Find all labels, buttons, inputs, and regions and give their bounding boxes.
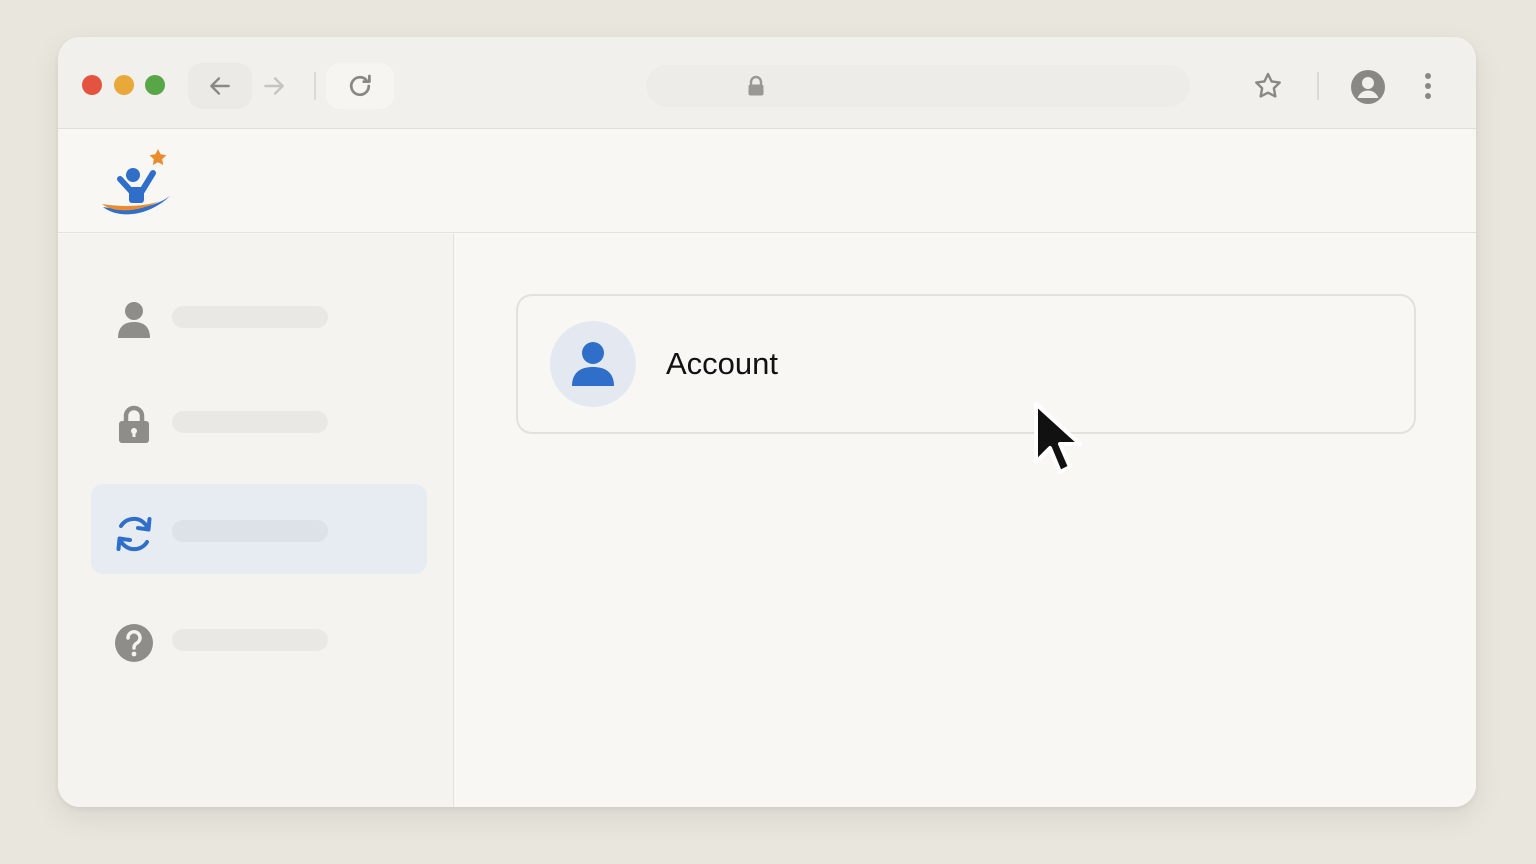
sidebar: [58, 234, 454, 807]
person-icon: [572, 342, 614, 386]
mouse-cursor-icon: [1034, 402, 1082, 474]
back-arrow-icon: [210, 77, 230, 95]
app-header: [58, 129, 1476, 233]
star-icon[interactable]: [1252, 70, 1284, 102]
profile-icon[interactable]: [1350, 69, 1386, 105]
account-card[interactable]: Account: [516, 294, 1416, 434]
person-star-logo-icon[interactable]: [100, 149, 174, 219]
toolbar-divider: [1317, 72, 1319, 100]
minimize-window-button[interactable]: [114, 75, 134, 95]
browser-window: Account: [58, 37, 1476, 807]
sync-icon: [111, 511, 157, 557]
forward-arrow-icon: [264, 77, 284, 95]
kebab-menu-icon[interactable]: [1418, 71, 1438, 103]
sidebar-item-help[interactable]: [91, 593, 427, 683]
forward-button[interactable]: [254, 63, 294, 109]
help-icon: [111, 620, 157, 666]
account-card-title: Account: [666, 346, 779, 381]
sidebar-item-profile[interactable]: [91, 270, 427, 360]
lock-icon: [748, 75, 764, 96]
browser-toolbar: [58, 37, 1476, 129]
back-button[interactable]: [188, 63, 252, 109]
maximize-window-button[interactable]: [145, 75, 165, 95]
main-content: Account: [455, 234, 1476, 807]
avatar: [550, 321, 636, 407]
sidebar-item-security[interactable]: [91, 375, 427, 465]
sidebar-item-sync[interactable]: [91, 484, 427, 574]
toolbar-divider: [314, 72, 316, 100]
address-bar[interactable]: [646, 65, 1190, 107]
sidebar-item-placeholder: [172, 520, 328, 542]
sidebar-item-placeholder: [172, 306, 328, 328]
sidebar-item-placeholder: [172, 629, 328, 651]
reload-button[interactable]: [326, 63, 394, 109]
person-icon: [111, 297, 157, 343]
close-window-button[interactable]: [82, 75, 102, 95]
lock-icon: [111, 402, 157, 448]
reload-icon: [349, 74, 371, 97]
sidebar-item-placeholder: [172, 411, 328, 433]
